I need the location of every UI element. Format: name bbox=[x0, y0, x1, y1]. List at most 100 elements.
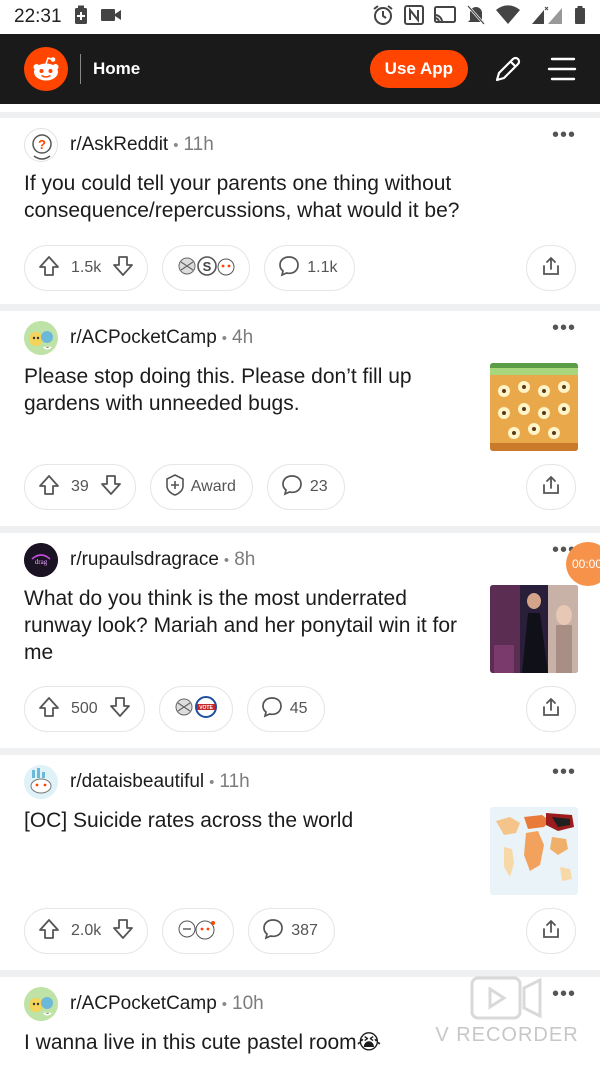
post-title[interactable]: [OC] Suicide rates across the world bbox=[24, 807, 490, 895]
post-title[interactable]: Please stop doing this. Please don’t fil… bbox=[24, 363, 490, 451]
video-record-icon bbox=[100, 7, 122, 28]
post-actions: 39 Award 23 bbox=[24, 451, 576, 523]
reddit-logo-icon[interactable] bbox=[24, 47, 68, 91]
askreddit-avatar-icon[interactable]: ? bbox=[24, 128, 58, 162]
comments-pill[interactable]: 387 bbox=[248, 908, 335, 954]
vote-count: 1.5k bbox=[71, 259, 102, 276]
separator-dot: • bbox=[223, 551, 230, 569]
downvote-icon[interactable] bbox=[111, 917, 135, 946]
share-button[interactable] bbox=[526, 245, 576, 291]
vote-count: 39 bbox=[71, 478, 89, 495]
post-header: r/ACPocketCamp • 4h bbox=[24, 321, 576, 355]
vote-pill: 1.5k bbox=[24, 245, 149, 291]
post-feed: ? r/AskReddit • 11h ••• If you could tel… bbox=[0, 104, 600, 1067]
upvote-icon[interactable] bbox=[37, 254, 61, 283]
more-options-icon[interactable]: ••• bbox=[552, 318, 576, 338]
award-button[interactable]: Award bbox=[149, 464, 253, 510]
post-card[interactable]: ? r/AskReddit • 11h ••• If you could tel… bbox=[0, 118, 600, 311]
post-card[interactable]: drag r/rupaulsdragrace • 8h ••• What do … bbox=[0, 533, 600, 755]
upvote-icon[interactable] bbox=[37, 473, 61, 502]
post-age: 4h bbox=[232, 327, 254, 348]
post-title[interactable]: What do you think is the most underrated… bbox=[24, 585, 490, 673]
alarm-icon bbox=[372, 4, 394, 31]
nfc-icon bbox=[404, 4, 424, 30]
share-button[interactable] bbox=[526, 686, 576, 732]
upvote-icon[interactable] bbox=[37, 695, 61, 724]
downvote-icon[interactable] bbox=[99, 473, 123, 502]
header-divider bbox=[80, 54, 81, 84]
recorder-camera-icon bbox=[470, 976, 542, 1020]
comments-pill[interactable]: 45 bbox=[246, 686, 325, 732]
subreddit-name[interactable]: r/rupaulsdragrace bbox=[70, 549, 219, 571]
comment-icon bbox=[277, 254, 301, 283]
dataisbeautiful-avatar-icon[interactable] bbox=[24, 765, 58, 799]
wifi-icon bbox=[496, 4, 520, 30]
post-age: 11h bbox=[183, 134, 214, 155]
post-body: What do you think is the most underrated… bbox=[24, 585, 578, 673]
subreddit-name[interactable]: r/AskReddit bbox=[70, 134, 168, 156]
comment-count: 1.1k bbox=[307, 259, 338, 276]
vote-pill: 500 bbox=[24, 686, 145, 732]
subreddit-name[interactable]: r/ACPocketCamp bbox=[70, 993, 217, 1015]
awards-pill[interactable]: VOTE bbox=[158, 686, 233, 732]
post-thumbnail[interactable] bbox=[490, 585, 578, 673]
award-badges-icon: S bbox=[175, 253, 237, 284]
create-post-pencil-icon[interactable] bbox=[490, 51, 526, 87]
awards-pill[interactable]: S bbox=[162, 245, 251, 291]
rupaulsdragrace-avatar-icon[interactable]: drag bbox=[24, 543, 58, 577]
comment-count: 45 bbox=[289, 700, 308, 717]
comment-count: 387 bbox=[291, 922, 318, 939]
status-bar: 22:31 bbox=[0, 0, 600, 34]
post-age: 8h bbox=[234, 549, 256, 570]
signal-icon bbox=[530, 5, 564, 30]
status-time: 22:31 bbox=[14, 6, 62, 27]
award-badges-icon bbox=[175, 916, 221, 947]
post-card[interactable]: r/dataisbeautiful • 11h ••• [OC] Suicide… bbox=[0, 755, 600, 977]
reddit-mobile-page: 22:31 Home Use App ? r/AskReddit • 11h •… bbox=[0, 0, 600, 1067]
use-app-button[interactable]: Use App bbox=[369, 50, 468, 88]
award-add-icon bbox=[163, 473, 187, 502]
acpocketcamp-avatar-icon[interactable] bbox=[24, 321, 58, 355]
separator-dot: • bbox=[209, 773, 215, 791]
post-card[interactable]: r/ACPocketCamp • 4h ••• Please stop doin… bbox=[0, 311, 600, 533]
battery-saver-icon bbox=[74, 5, 88, 30]
more-options-icon[interactable]: ••• bbox=[552, 125, 576, 145]
svg-text:VOTE: VOTE bbox=[199, 705, 213, 711]
vote-count: 500 bbox=[71, 700, 98, 717]
cast-icon bbox=[434, 5, 456, 30]
post-body: Please stop doing this. Please don’t fil… bbox=[24, 363, 578, 451]
vote-pill: 2.0k bbox=[24, 908, 149, 954]
post-thumbnail[interactable] bbox=[490, 363, 578, 451]
acpocketcamp-avatar-icon[interactable] bbox=[24, 987, 58, 1021]
more-options-icon[interactable]: ••• bbox=[552, 762, 576, 782]
downvote-icon[interactable] bbox=[108, 695, 132, 724]
post-header: r/dataisbeautiful • 11h bbox=[24, 765, 576, 799]
share-icon bbox=[540, 474, 562, 501]
post-title[interactable]: If you could tell your parents one thing… bbox=[24, 170, 576, 228]
comment-count: 23 bbox=[309, 478, 328, 495]
vote-pill: 39 bbox=[24, 464, 136, 510]
svg-text:S: S bbox=[203, 259, 212, 274]
app-header: Home Use App bbox=[0, 34, 600, 104]
comment-icon bbox=[260, 695, 284, 724]
menu-hamburger-icon[interactable] bbox=[544, 51, 580, 87]
award-label: Award bbox=[190, 478, 236, 495]
subreddit-name[interactable]: r/ACPocketCamp bbox=[70, 327, 217, 349]
post-actions: 1.5k S 1.1k bbox=[24, 228, 576, 308]
subreddit-name[interactable]: r/dataisbeautiful bbox=[70, 771, 204, 793]
post-actions: 500 VOTE 45 bbox=[24, 673, 576, 745]
upvote-icon[interactable] bbox=[37, 917, 61, 946]
share-button[interactable] bbox=[526, 908, 576, 954]
downvote-icon[interactable] bbox=[111, 254, 135, 283]
page-title[interactable]: Home bbox=[93, 59, 370, 79]
comment-icon bbox=[280, 473, 304, 502]
post-age: 10h bbox=[232, 993, 264, 1014]
share-button[interactable] bbox=[526, 464, 576, 510]
comments-pill[interactable]: 1.1k bbox=[264, 245, 355, 291]
comments-pill[interactable]: 23 bbox=[266, 464, 345, 510]
post-age: 11h bbox=[219, 771, 250, 792]
share-icon bbox=[540, 255, 562, 282]
post-thumbnail[interactable] bbox=[490, 807, 578, 895]
feed-top-spacer bbox=[0, 104, 600, 118]
awards-pill[interactable] bbox=[162, 908, 235, 954]
